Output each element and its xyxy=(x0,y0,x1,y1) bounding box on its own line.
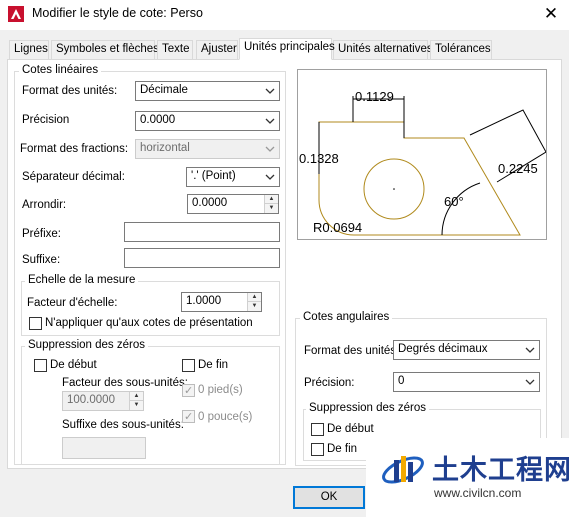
subunit-suffix-input xyxy=(62,437,146,459)
angular-leading-zero-label: De début xyxy=(327,423,374,435)
center-point xyxy=(393,188,395,190)
subunit-factor-label: Facteur des sous-unités: xyxy=(62,377,188,389)
autocad-a-icon xyxy=(8,6,24,22)
tab-symboles-fleches[interactable]: Symboles et flèches xyxy=(51,40,159,59)
round-off-value: 0.0000 xyxy=(192,197,228,209)
spin-up-icon[interactable]: ▲ xyxy=(265,195,278,204)
angular-trailing-zero-label: De fin xyxy=(327,443,358,455)
unit-format-select[interactable]: Décimale xyxy=(135,81,280,101)
preview-dim-right: 0.2245 xyxy=(498,161,538,176)
tab-ajuster[interactable]: Ajuster xyxy=(196,40,238,59)
angular-zero-suppression-legend: Suppression des zéros xyxy=(306,402,429,414)
spinner-buttons[interactable]: ▲ ▼ xyxy=(264,195,278,213)
precision-value: 0.0000 xyxy=(140,114,176,126)
tab-unites-alternatives[interactable]: Unités alternatives xyxy=(333,40,433,59)
tab-tolerances[interactable]: Tolérances xyxy=(430,40,492,59)
trailing-zero-label: De fin xyxy=(198,359,229,371)
chevron-down-icon xyxy=(525,347,535,353)
suffix-label: Suffixe: xyxy=(22,254,61,266)
decimal-separator-value: '.' (Point) xyxy=(191,170,236,182)
close-icon[interactable]: ✕ xyxy=(540,3,562,25)
watermark-title: 土木工程网 xyxy=(432,455,569,485)
leading-zero-label: De début xyxy=(50,359,97,371)
fraction-format-value: horizontal xyxy=(140,142,190,154)
tab-lignes[interactable]: Lignes xyxy=(9,40,49,59)
spinner-buttons[interactable]: ▲ ▼ xyxy=(247,293,261,311)
layout-only-label: N'appliquer qu'aux cotes de présentation xyxy=(45,317,253,329)
decimal-separator-label: Séparateur décimal: xyxy=(22,171,125,183)
subunit-factor-spinner: 100.0000 ▲ ▼ xyxy=(62,391,144,411)
angular-trailing-zero-checkbox[interactable] xyxy=(311,443,324,456)
dimension-preview: 0.1129 0.1328 0.2245 60° R0.0694 xyxy=(297,69,547,240)
unit-format-label: Format des unités: xyxy=(22,85,118,97)
chevron-down-icon xyxy=(265,146,275,152)
prefix-input[interactable] xyxy=(124,222,280,242)
angular-precision-value: 0 xyxy=(398,375,405,387)
spin-down-icon: ▼ xyxy=(130,401,143,410)
fraction-format-label: Format des fractions: xyxy=(20,143,129,155)
scale-factor-value: 1.0000 xyxy=(186,295,222,307)
scale-factor-label: Facteur d'échelle: xyxy=(27,297,118,309)
spin-up-icon: ▲ xyxy=(130,392,143,401)
ok-button[interactable]: OK xyxy=(293,486,365,509)
unit-format-value: Décimale xyxy=(140,84,188,96)
trailing-zero-checkbox[interactable] xyxy=(182,359,195,372)
preview-radius: R0.0694 xyxy=(313,220,362,235)
prefix-label: Préfixe: xyxy=(22,228,61,240)
measurement-scale-legend: Echelle de la mesure xyxy=(25,274,139,286)
chevron-down-icon xyxy=(265,88,275,94)
watermark-emblem-icon xyxy=(382,456,424,484)
round-off-spinner[interactable]: 0.0000 ▲ ▼ xyxy=(187,194,279,214)
chevron-down-icon xyxy=(265,118,275,124)
watermark-url: www.civilcn.com xyxy=(434,486,522,500)
angular-unit-format-label: Format des unités: xyxy=(304,345,400,357)
precision-select[interactable]: 0.0000 xyxy=(135,111,280,131)
feet-label: 0 pied(s) xyxy=(198,384,243,396)
preview-dim-left: 0.1328 xyxy=(299,151,339,166)
angular-dimensions-legend: Cotes angulaires xyxy=(300,311,393,323)
layout-only-checkbox[interactable] xyxy=(29,317,42,330)
fraction-format-select: horizontal xyxy=(135,139,280,159)
check-icon: ✓ xyxy=(184,411,194,423)
subunit-suffix-label: Suffixe des sous-unités: xyxy=(62,419,184,431)
scale-factor-spinner[interactable]: 1.0000 ▲ ▼ xyxy=(181,292,262,312)
preview-angle: 60° xyxy=(444,194,464,209)
spin-down-icon[interactable]: ▼ xyxy=(248,302,261,311)
decimal-separator-select[interactable]: '.' (Point) xyxy=(186,167,280,187)
angular-precision-select[interactable]: 0 xyxy=(393,372,540,392)
watermark-logo: 土木工程网 www.civilcn.com xyxy=(366,438,569,517)
angular-leading-zero-checkbox[interactable] xyxy=(311,423,324,436)
leading-zero-checkbox[interactable] xyxy=(34,359,47,372)
tab-texte[interactable]: Texte xyxy=(157,40,193,59)
preview-shape xyxy=(318,121,521,236)
spinner-buttons: ▲ ▼ xyxy=(129,392,143,410)
preview-dim-top: 0.1129 xyxy=(355,89,394,104)
subunit-factor-value: 100.0000 xyxy=(67,394,115,406)
window-title: Modifier le style de cote: Perso xyxy=(32,6,203,20)
linear-dimensions-legend: Cotes linéaires xyxy=(19,64,102,76)
angular-unit-format-value: Degrés décimaux xyxy=(398,343,488,355)
precision-label: Précision xyxy=(22,114,70,126)
preview-drawing: 0.1129 0.1328 0.2245 60° R0.0694 xyxy=(299,89,547,236)
check-icon: ✓ xyxy=(184,385,194,397)
chevron-down-icon xyxy=(265,174,275,180)
angular-unit-format-select[interactable]: Degrés décimaux xyxy=(393,340,540,360)
angular-precision-label: Précision: xyxy=(304,377,355,389)
suffix-input[interactable] xyxy=(124,248,280,268)
zero-suppression-legend: Suppression des zéros xyxy=(25,339,148,351)
spin-down-icon[interactable]: ▼ xyxy=(265,204,278,213)
round-off-label: Arrondir: xyxy=(22,199,67,211)
chevron-down-icon xyxy=(525,379,535,385)
inches-checkbox: ✓ xyxy=(182,410,195,423)
inches-label: 0 pouce(s) xyxy=(198,411,253,423)
spin-up-icon[interactable]: ▲ xyxy=(248,293,261,302)
feet-checkbox: ✓ xyxy=(182,384,195,397)
tab-unites-principales[interactable]: Unités principales xyxy=(239,38,335,60)
